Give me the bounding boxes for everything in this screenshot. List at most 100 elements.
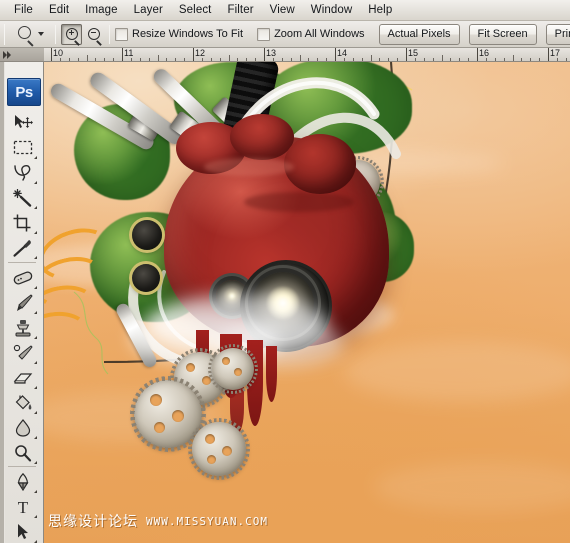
horizontal-ruler[interactable]: 10 11 12 13 14 15 16 17 bbox=[44, 48, 570, 62]
ruler-minor-tick bbox=[326, 58, 328, 61]
options-bar: Resize Windows To Fit Zoom All Windows A… bbox=[0, 21, 570, 48]
resize-windows-to-fit-checkbox[interactable]: Resize Windows To Fit bbox=[115, 27, 244, 41]
heart-lobe bbox=[230, 114, 294, 160]
ruler-minor-tick bbox=[512, 55, 514, 61]
magic-wand-icon bbox=[13, 188, 32, 207]
ruler-minor-tick bbox=[397, 58, 399, 61]
tool-path-selection[interactable] bbox=[8, 519, 38, 543]
cloud bbox=[344, 342, 570, 402]
ruler-major-tick bbox=[477, 48, 478, 61]
ruler-major-tick bbox=[51, 48, 52, 61]
print-size-button[interactable]: Print Size bbox=[545, 23, 570, 45]
photoshop-window: File Edit Image Layer Select Filter View… bbox=[0, 0, 570, 543]
tool-magic-wand[interactable] bbox=[8, 185, 38, 210]
ruler-minor-tick bbox=[317, 58, 319, 61]
ruler-minor-tick bbox=[388, 58, 390, 61]
zoom-mode-group bbox=[61, 23, 104, 45]
options-bar-grip[interactable] bbox=[4, 23, 5, 45]
ruler-label: 14 bbox=[337, 48, 348, 58]
brush-icon bbox=[17, 293, 33, 311]
crop-icon bbox=[13, 214, 31, 231]
toolbox-divider-2 bbox=[8, 466, 36, 467]
menu-select[interactable]: Select bbox=[171, 2, 220, 18]
tool-gradient[interactable] bbox=[8, 390, 38, 415]
menu-window[interactable]: Window bbox=[303, 2, 361, 18]
ruler-minor-tick bbox=[246, 58, 248, 61]
lasso-icon bbox=[14, 164, 31, 181]
ruler-minor-tick bbox=[521, 58, 523, 61]
ruler-minor-tick bbox=[166, 58, 168, 61]
ruler-minor-tick bbox=[468, 58, 470, 61]
menu-file[interactable]: File bbox=[6, 2, 41, 18]
ruler-minor-tick bbox=[148, 58, 150, 61]
actual-pixels-button[interactable]: Actual Pixels bbox=[378, 23, 460, 45]
gear bbox=[212, 348, 254, 390]
tool-crop[interactable] bbox=[8, 210, 38, 235]
ruler-minor-tick bbox=[157, 55, 159, 61]
eyedropper-icon bbox=[13, 239, 31, 257]
menu-filter[interactable]: Filter bbox=[219, 2, 261, 18]
paint-bucket-icon bbox=[15, 394, 32, 409]
menu-bar: File Edit Image Layer Select Filter View… bbox=[0, 0, 570, 21]
document-canvas[interactable]: 思缘设计论坛 WWW.MISSYUAN.COM bbox=[44, 62, 570, 543]
resize-windows-to-fit-label: Resize Windows To Fit bbox=[132, 28, 244, 40]
menu-image[interactable]: Image bbox=[77, 2, 125, 18]
tool-preset-picker[interactable] bbox=[9, 24, 50, 44]
tool-eraser[interactable] bbox=[8, 365, 38, 390]
ruler-minor-tick bbox=[113, 58, 115, 61]
ruler-minor-tick bbox=[485, 58, 487, 61]
tool-blur[interactable] bbox=[8, 415, 38, 440]
tool-pen[interactable] bbox=[8, 469, 38, 494]
tool-healing-brush[interactable] bbox=[8, 265, 38, 290]
ruler-minor-tick bbox=[272, 58, 274, 61]
ruler-minor-tick bbox=[414, 58, 416, 61]
zoom-in-button[interactable] bbox=[61, 23, 82, 45]
tool-marquee[interactable] bbox=[8, 135, 38, 160]
menu-view[interactable]: View bbox=[262, 2, 303, 18]
zoom-all-windows-checkbox[interactable]: Zoom All Windows bbox=[257, 27, 365, 41]
tool-eyedropper[interactable] bbox=[8, 235, 38, 260]
dodge-icon bbox=[15, 444, 32, 461]
tool-clone-stamp[interactable] bbox=[8, 315, 38, 340]
tool-move[interactable] bbox=[8, 110, 38, 135]
ruler-minor-tick bbox=[237, 58, 239, 61]
zoom-all-windows-label: Zoom All Windows bbox=[274, 28, 365, 40]
ruler-major-tick bbox=[548, 48, 549, 61]
zoom-out-button[interactable] bbox=[83, 24, 104, 45]
ruler-label: 11 bbox=[124, 48, 134, 58]
panel-collapse-strip[interactable] bbox=[0, 48, 44, 62]
ruler-minor-tick bbox=[530, 58, 532, 61]
ruler-minor-tick bbox=[459, 58, 461, 61]
ruler-minor-tick bbox=[210, 58, 212, 61]
ruler-minor-tick bbox=[556, 58, 558, 61]
ruler-minor-tick bbox=[432, 58, 434, 61]
ruler-label: 13 bbox=[266, 48, 277, 58]
tool-history-brush[interactable] bbox=[8, 340, 38, 365]
ruler-minor-tick bbox=[201, 58, 203, 61]
move-icon bbox=[15, 114, 33, 128]
photoshop-logo: Ps bbox=[7, 78, 41, 106]
history-brush-icon bbox=[13, 344, 33, 360]
toolbox: Ps T bbox=[0, 62, 44, 543]
ruler-minor-tick bbox=[104, 58, 106, 61]
ruler-major-tick bbox=[193, 48, 194, 61]
type-t-icon: T bbox=[18, 498, 29, 516]
tool-dodge[interactable] bbox=[8, 440, 38, 465]
menu-layer[interactable]: Layer bbox=[126, 2, 171, 18]
ruler-minor-tick bbox=[494, 58, 496, 61]
tool-type[interactable]: T bbox=[8, 494, 38, 519]
heart-vein bbox=[204, 158, 294, 176]
fit-screen-button[interactable]: Fit Screen bbox=[468, 23, 537, 45]
ruler-minor-tick bbox=[68, 58, 70, 61]
ruler-minor-tick bbox=[228, 55, 230, 61]
ruler-minor-tick bbox=[441, 55, 443, 61]
ruler-minor-tick bbox=[95, 58, 97, 61]
options-divider-1 bbox=[55, 24, 56, 44]
tool-lasso[interactable] bbox=[8, 160, 38, 185]
tool-brush[interactable] bbox=[8, 290, 38, 315]
ruler-minor-tick bbox=[308, 58, 310, 61]
menu-help[interactable]: Help bbox=[360, 2, 400, 18]
menu-edit[interactable]: Edit bbox=[41, 2, 77, 18]
heart-lobe bbox=[284, 134, 356, 194]
ruler-minor-tick bbox=[379, 58, 381, 61]
